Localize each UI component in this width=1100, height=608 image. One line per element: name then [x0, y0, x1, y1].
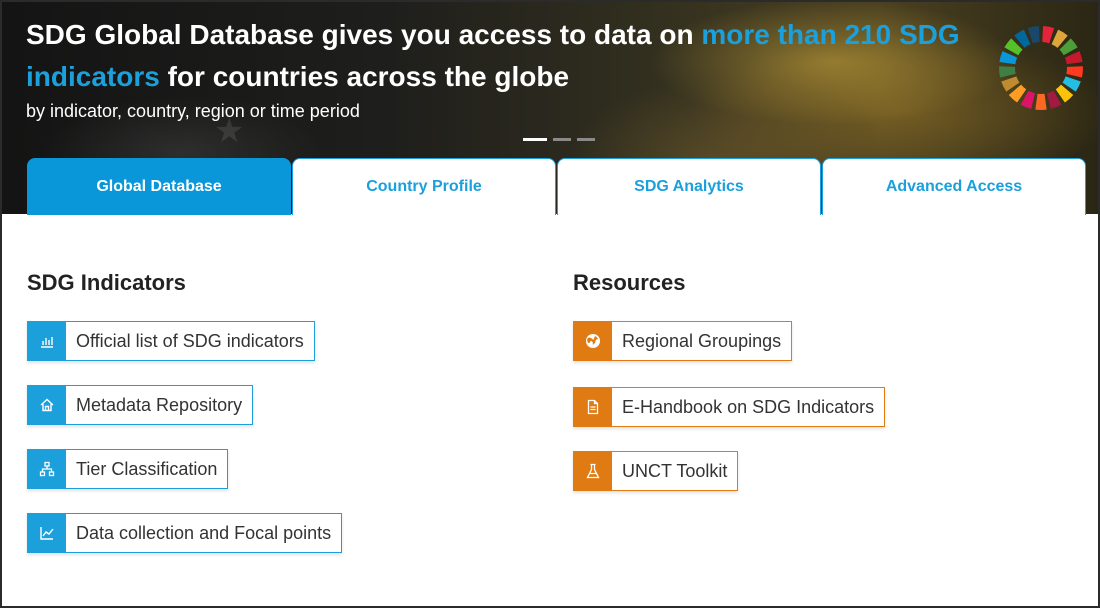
hero-subtitle: by indicator, country, region or time pe…: [26, 101, 360, 121]
globe-icon: [574, 322, 612, 360]
unct-toolkit-link[interactable]: UNCT Toolkit: [573, 451, 739, 491]
sdg-indicators-heading: SDG Indicators: [27, 270, 186, 295]
data-collection-label: Data collection and Focal points: [76, 522, 332, 543]
tab-global-database[interactable]: Global Database: [27, 158, 291, 215]
sdg-wheel-segment: [1027, 26, 1040, 44]
sdg-wheel-segment: [1035, 93, 1047, 110]
tab-bar: Global Database Country Profile SDG Anal…: [27, 158, 1087, 215]
bar-chart-icon: [28, 322, 66, 360]
flask-icon: [574, 452, 612, 490]
tab-sdg-analytics[interactable]: SDG Analytics: [557, 158, 821, 215]
sdg-wheel-segment: [999, 66, 1016, 78]
carousel-dot-1[interactable]: [523, 138, 547, 141]
regional-groupings-link[interactable]: Regional Groupings: [573, 321, 793, 361]
carousel-dot-3[interactable]: [577, 138, 595, 141]
tab-country-profile[interactable]: Country Profile: [292, 158, 556, 215]
sdg-wheel-segment: [1042, 26, 1055, 44]
metadata-repository-link[interactable]: Metadata Repository: [27, 385, 254, 425]
official-list-label: Official list of SDG indicators: [76, 330, 304, 351]
official-list-link[interactable]: Official list of SDG indicators: [27, 321, 315, 361]
regional-groupings-label: Regional Groupings: [622, 330, 782, 351]
unct-toolkit-label: UNCT Toolkit: [622, 460, 728, 481]
document-icon: [574, 388, 612, 426]
hero-title: SDG Global Database gives you access to …: [26, 14, 976, 98]
resources-heading: Resources: [573, 270, 686, 295]
sdg-wheel-segment: [999, 51, 1018, 65]
metadata-repository-label: Metadata Repository: [76, 394, 243, 415]
home-icon: [28, 386, 66, 424]
data-collection-link[interactable]: Data collection and Focal points: [27, 513, 343, 553]
sdg-wheel-segment: [1064, 51, 1083, 65]
hierarchy-icon: [28, 450, 66, 488]
carousel-dot-2[interactable]: [553, 138, 571, 141]
sdg-wheel-logo-icon: [999, 26, 1083, 110]
carousel-indicators: [523, 138, 595, 141]
sdg-wheel-segment: [1066, 66, 1083, 78]
e-handbook-label: E-Handbook on SDG Indicators: [622, 396, 875, 417]
line-chart-icon: [28, 514, 66, 552]
hero-title-part2: for countries across the globe: [159, 61, 570, 92]
tier-classification-link[interactable]: Tier Classification: [27, 449, 229, 489]
tab-advanced-access[interactable]: Advanced Access: [822, 158, 1086, 215]
e-handbook-link[interactable]: E-Handbook on SDG Indicators: [573, 387, 886, 427]
tier-classification-label: Tier Classification: [76, 458, 218, 479]
page-frame: ★ SDG Global Database gives you access t…: [0, 0, 1100, 608]
hero-title-part1: SDG Global Database gives you access to …: [26, 19, 702, 50]
